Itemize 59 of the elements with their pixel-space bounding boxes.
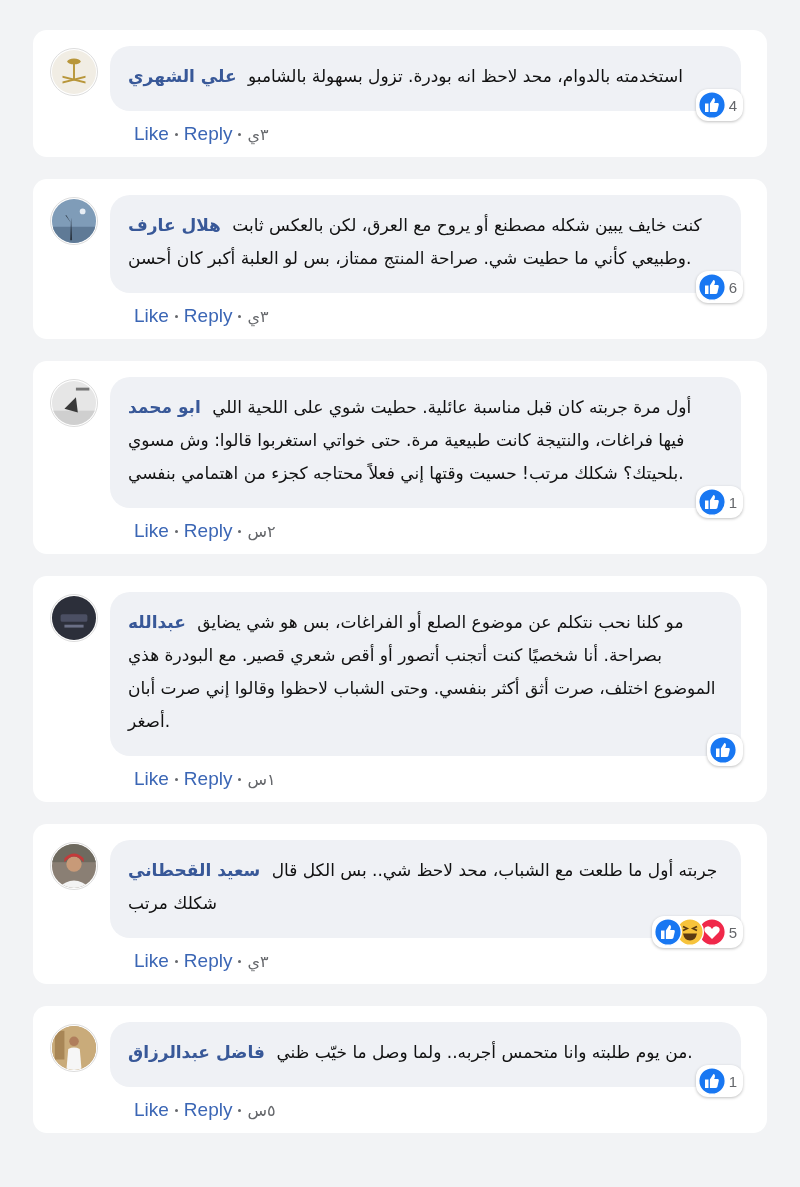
timestamp: ٥س <box>247 1100 276 1120</box>
comment-text: علي الشهري استخدمته بالدوام، محد لاحظ انه بودرة. تزول بسهولة بالشامبو <box>128 65 684 89</box>
separator-dot <box>174 1108 178 1112</box>
timestamp: ١س <box>247 769 276 789</box>
reaction-count: 4 <box>728 97 737 113</box>
thumbs-up-icon <box>697 273 726 301</box>
reaction-count: 1 <box>728 1073 737 1089</box>
thumbs-up-icon <box>697 1067 726 1095</box>
separator-dot <box>238 777 242 781</box>
reply-link[interactable]: Reply <box>183 123 233 145</box>
reaction-badge[interactable]: 5 <box>651 916 743 948</box>
like-link[interactable]: Like <box>134 520 169 542</box>
like-link[interactable]: Like <box>134 768 169 790</box>
separator-dot <box>238 959 242 963</box>
timestamp: ٢س <box>247 521 276 541</box>
reaction-badge[interactable] <box>707 734 743 766</box>
separator-dot <box>174 132 178 136</box>
like-link[interactable]: Like <box>134 123 169 145</box>
reaction-count: 6 <box>728 279 737 295</box>
reaction-badge[interactable]: 1 <box>695 1065 743 1097</box>
author-name[interactable]: ابو محمد <box>128 397 201 417</box>
timestamp: ٣ي <box>247 124 269 144</box>
reply-link[interactable]: Reply <box>183 950 233 972</box>
timestamp: ٣ي <box>247 306 269 326</box>
reaction-badge[interactable]: 4 <box>695 89 743 121</box>
thumbs-up-icon <box>653 918 682 946</box>
separator-dot <box>238 1108 242 1112</box>
comment-text: ابو محمد أول مرة جربته كان قبل مناسبة عائلية. حطيت شوي على اللحية اللي فيها فراغات، والنتيجة كانت طبيعية مرة. حتى خواتي استغربوا قالوا: وش مسوي بلحيتك؟ شكلك مرتب! حسيت وقتها إني فعلاً محتاجه كجزء من اهتمامي بنفسي. <box>128 395 693 486</box>
reply-link[interactable]: Reply <box>183 520 233 542</box>
reaction-badge[interactable]: 1 <box>695 486 743 518</box>
author-name[interactable]: عبدالله <box>128 612 186 632</box>
author-name[interactable]: سعيد القحطاني <box>128 860 261 880</box>
separator-dot <box>174 314 178 318</box>
author-name[interactable]: علي الشهري <box>128 66 237 86</box>
reply-link[interactable]: Reply <box>183 305 233 327</box>
like-link[interactable]: Like <box>134 1099 169 1121</box>
author-name[interactable]: فاضل عبدالرزاق <box>128 1042 265 1062</box>
reply-link[interactable]: Reply <box>183 768 233 790</box>
comment-text: فاضل عبدالرزاق من يوم طلبته وانا متحمس أجربه.. ولما وصل ما خيّب ظني. <box>128 1040 694 1065</box>
separator-dot <box>238 529 242 533</box>
comment-text: سعيد القحطاني جربته أول ما طلعت مع الشباب، محد لاحظ شي.. بس الكل قال شكلك مرتب <box>128 858 719 915</box>
thumbs-up-icon <box>697 91 726 119</box>
separator-dot <box>238 314 242 318</box>
like-link[interactable]: Like <box>134 305 169 327</box>
thumbs-up-icon <box>709 736 737 764</box>
thumbs-up-icon <box>697 488 726 516</box>
comment-text: هلال عارف كنت خايف يبين شكله مصطنع أو يروح مع العرق، لكن بالعكس ثابت وطبيعي كأني ما حطيت شي. صراحة المنتج ممتاز، بس لو العلبة أكبر كان أحسن. <box>128 213 703 271</box>
timestamp: ٣ي <box>247 951 269 971</box>
comment-text: عبدالله مو كلنا نحب نتكلم عن موضوع الصلع أو الفراغات، بس هو شي يضايق بصراحة. أنا شخصيًا كنت أتجنب أتصور أو أقص شعري قصير. مع البودرة هذي الموضوع اختلف، صرت أثق أكثر بنفسي. وحتى الشباب لاحظوا وقالوا إني صرت أبان أصغر. <box>128 610 717 733</box>
separator-dot <box>174 529 178 533</box>
separator-dot <box>174 777 178 781</box>
reaction-count: 1 <box>728 494 737 510</box>
separator-dot <box>238 132 242 136</box>
author-name[interactable]: هلال عارف <box>128 215 221 235</box>
reaction-count: 5 <box>728 924 737 940</box>
reaction-badge[interactable]: 6 <box>695 271 743 303</box>
reply-link[interactable]: Reply <box>183 1099 233 1121</box>
separator-dot <box>174 959 178 963</box>
like-link[interactable]: Like <box>134 950 169 972</box>
